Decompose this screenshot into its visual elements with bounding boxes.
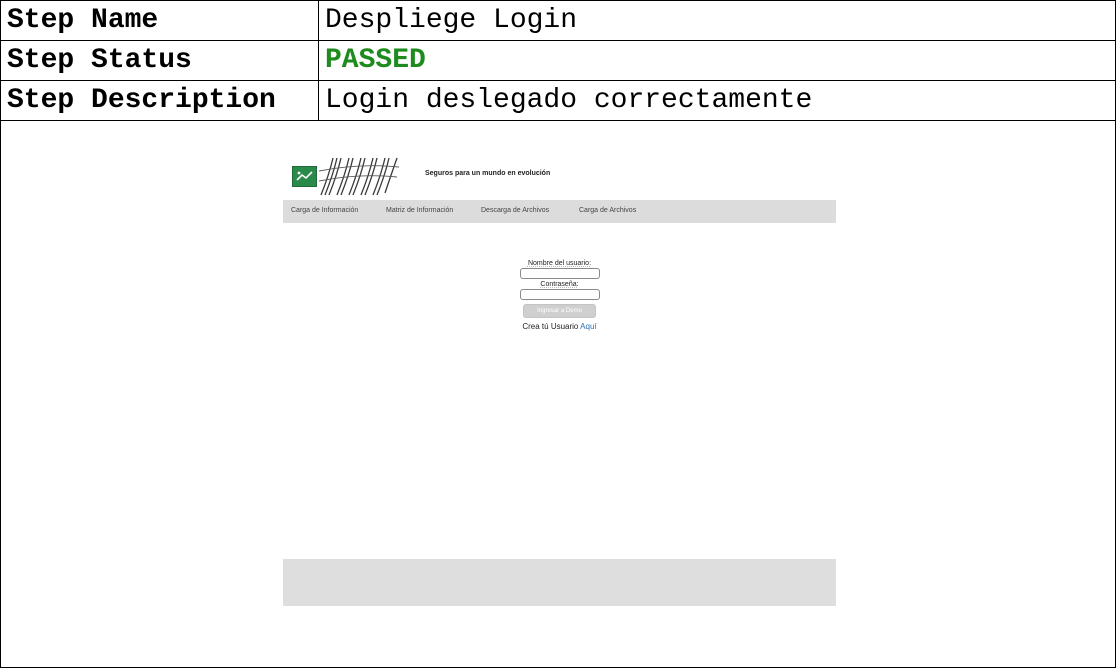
username-label: Nombre del usuario: <box>527 260 592 267</box>
step-name-row: Step Name Despliege Login <box>0 0 1116 41</box>
password-label: Contraseña: <box>540 281 579 288</box>
create-user-line: Crea tú Usuario Aquí <box>283 322 836 331</box>
embedded-screenshot: Seguros para un mundo en evolución Carga… <box>283 155 836 607</box>
login-form: Nombre del usuario: Contraseña: Ingresar… <box>283 260 836 331</box>
username-input[interactable] <box>519 268 600 279</box>
step-status-value: PASSED <box>318 40 1116 81</box>
nav-item-descarga-archivos[interactable]: Descarga de Archivos <box>481 207 549 214</box>
bank-logo-icon <box>292 166 317 187</box>
step-name-label: Step Name <box>0 0 319 41</box>
login-button[interactable]: Ingresar a Demo <box>523 304 596 318</box>
create-user-text: Crea tú Usuario <box>522 322 579 331</box>
nav-bar: Carga de Información Matriz de Informaci… <box>283 200 836 223</box>
step-description-value: Login deslegado correctamente <box>318 80 1116 121</box>
step-status-label: Step Status <box>0 40 319 81</box>
step-name-value: Despliege Login <box>318 0 1116 41</box>
screenshot-cell: Seguros para un mundo en evolución Carga… <box>0 117 1116 668</box>
step-status-row: Step Status PASSED <box>0 40 1116 81</box>
step-description-row: Step Description Login deslegado correct… <box>0 80 1116 121</box>
header-logo-row: Seguros para un mundo en evolución <box>292 155 832 199</box>
nav-item-carga-informacion[interactable]: Carga de Información <box>291 207 358 214</box>
brand-logo-icon <box>319 157 400 196</box>
step-table: Step Name Despliege Login Step Status PA… <box>0 0 1116 121</box>
nav-item-matriz-informacion[interactable]: Matriz de Información <box>386 207 453 214</box>
nav-item-carga-archivos[interactable]: Carga de Archivos <box>579 207 636 214</box>
step-description-label: Step Description <box>0 80 319 121</box>
tagline: Seguros para un mundo en evolución <box>425 170 551 177</box>
step-report: Step Name Despliege Login Step Status PA… <box>0 0 1116 668</box>
password-input[interactable] <box>519 289 600 300</box>
footer-bar <box>283 559 836 606</box>
create-user-link[interactable]: Aquí <box>580 322 596 331</box>
